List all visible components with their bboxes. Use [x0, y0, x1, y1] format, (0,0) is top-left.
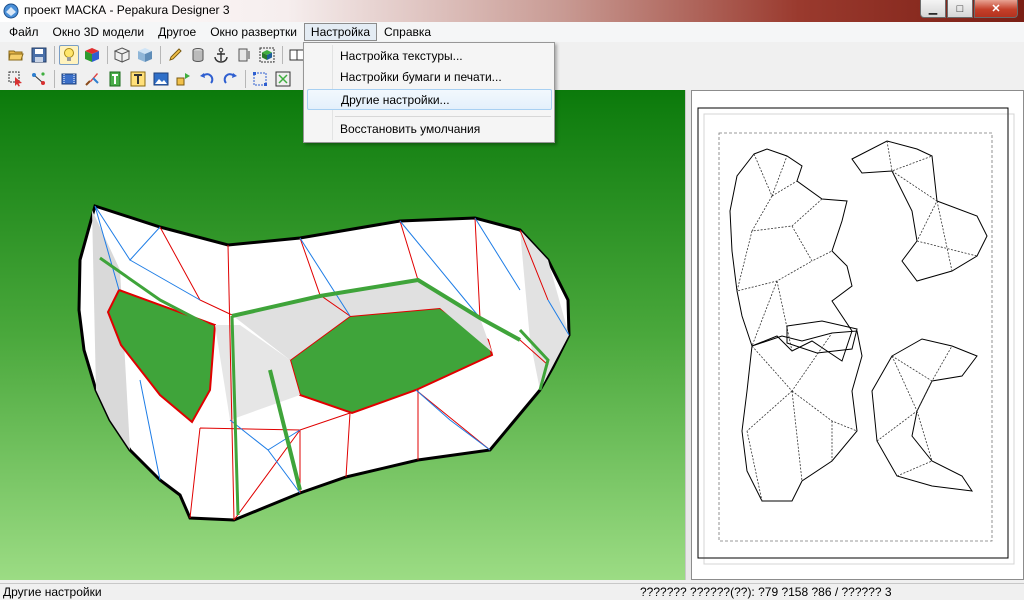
mask-3d-model [77, 204, 571, 522]
maximize-button[interactable]: □ [947, 0, 973, 18]
toolbar-separator [245, 69, 246, 88]
paper-sheet [697, 107, 1015, 565]
menu-item-restore-defaults[interactable]: Восстановить умолчания [307, 119, 552, 140]
minimize-button[interactable]: ▁ [920, 0, 946, 18]
toolbar-separator [107, 45, 108, 64]
anchor-icon[interactable] [211, 45, 231, 65]
pencil-icon[interactable] [165, 45, 185, 65]
status-bar: Другие настройки ??????? ??????(??): ?79… [0, 583, 1024, 600]
toolbar-separator [282, 45, 283, 64]
menu-separator [335, 116, 551, 117]
shaded-cube-icon[interactable] [135, 45, 155, 65]
text-icon[interactable] [128, 69, 148, 89]
2d-unfold-view[interactable] [691, 90, 1024, 580]
menu-item-other-settings[interactable]: Другие настройки... [307, 89, 552, 110]
move-parts-icon[interactable] [174, 69, 194, 89]
select-frame-icon[interactable] [250, 69, 270, 89]
wire-cube-icon[interactable] [112, 45, 132, 65]
menu-item-paper-print-settings[interactable]: Настройки бумаги и печати... [307, 67, 552, 88]
save-icon[interactable] [29, 45, 49, 65]
rotate-left-icon[interactable] [197, 69, 217, 89]
text-column-icon[interactable] [105, 69, 125, 89]
brush-icon[interactable] [82, 69, 102, 89]
status-info: ??????? ??????(??): ?79 ?158 ?86 / ?????… [640, 585, 892, 599]
window-controls: ▁ □ ✕ [919, 0, 1018, 20]
status-message: Другие настройки [3, 585, 102, 599]
settings-dropdown-menu: Настройка текстуры... Настройки бумаги и… [303, 42, 555, 143]
lightbulb-icon[interactable] [59, 44, 79, 65]
toolbar-separator [54, 69, 55, 88]
open-folder-icon[interactable] [6, 45, 26, 65]
cylinder-icon[interactable] [188, 45, 208, 65]
edit-toolbar [0, 67, 296, 90]
rotate-right-icon[interactable] [220, 69, 240, 89]
close-button[interactable]: ✕ [974, 0, 1018, 18]
select-arrow-icon[interactable] [6, 69, 26, 89]
menu-3d-window[interactable]: Окно 3D модели [46, 23, 152, 41]
window-title: проект МАСКА - Pepakura Designer 3 [24, 3, 230, 17]
menu-other[interactable]: Другое [151, 23, 203, 41]
title-bar: проект МАСКА - Pepakura Designer 3 ▁ □ ✕ [0, 0, 1024, 22]
film-icon[interactable] [59, 69, 79, 89]
3d-model-view[interactable] [0, 90, 685, 580]
color-cube-icon[interactable] [82, 45, 102, 65]
menu-unfold-window[interactable]: Окно развертки [203, 23, 304, 41]
menu-settings[interactable]: Настройка [303, 23, 377, 41]
menu-item-texture-settings[interactable]: Настройка текстуры... [307, 46, 552, 67]
toolbar-separator [54, 45, 55, 64]
menu-bar: Файл Окно 3D модели Другое Окно развертк… [0, 22, 1024, 42]
toolbar-separator [160, 45, 161, 64]
menu-file[interactable]: Файл [2, 23, 46, 41]
join-cube-icon[interactable] [257, 45, 277, 65]
flat-panel-icon[interactable] [234, 45, 254, 65]
image-icon[interactable] [151, 69, 171, 89]
pepakura-app-icon [3, 3, 19, 19]
main-toolbar [0, 43, 310, 66]
zoom-fit-icon[interactable] [273, 69, 293, 89]
node-edit-icon[interactable] [29, 69, 49, 89]
menu-help[interactable]: Справка [377, 23, 438, 41]
